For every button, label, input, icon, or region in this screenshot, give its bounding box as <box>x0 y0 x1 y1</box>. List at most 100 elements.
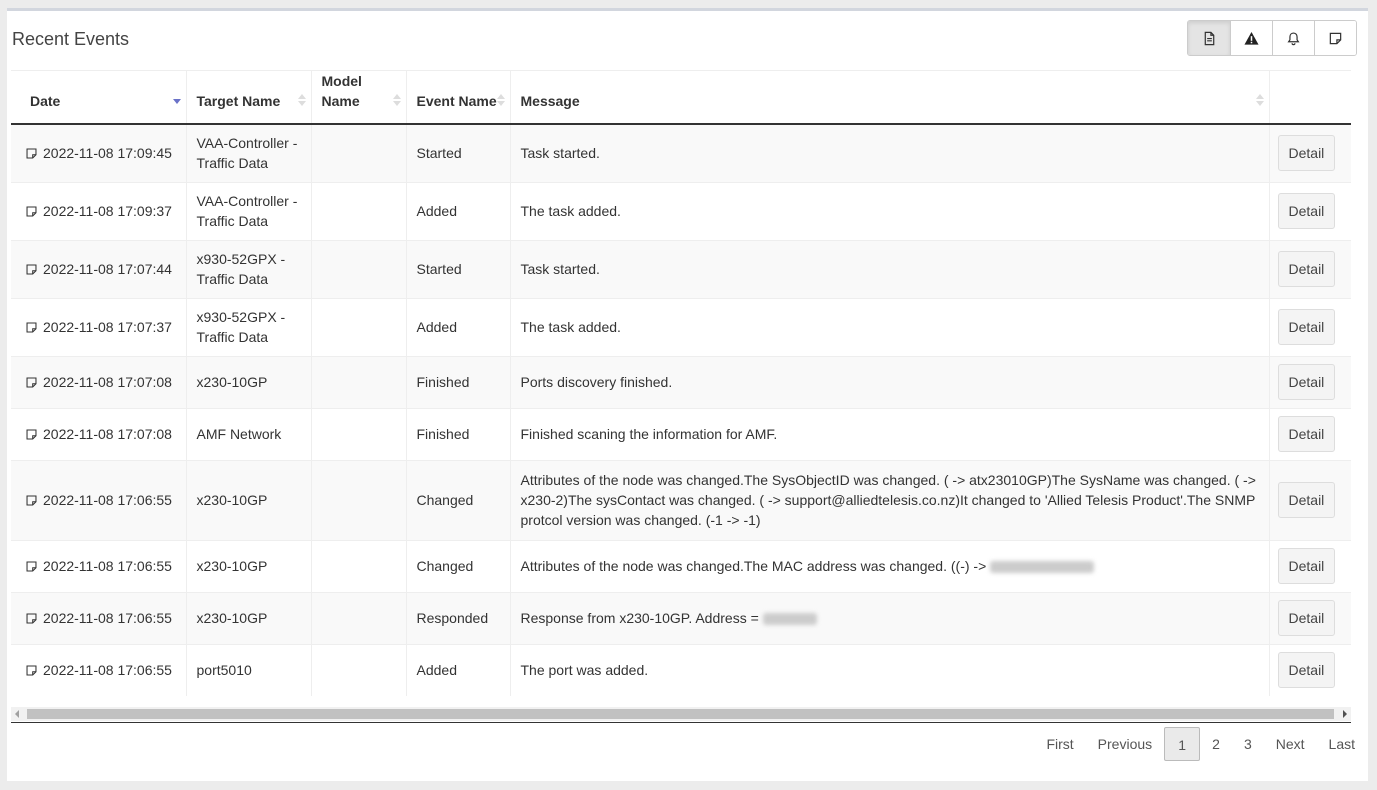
cell-date: 2022-11-08 17:07:44 <box>11 239 186 298</box>
cell-event-name: Finished <box>405 355 510 408</box>
detail-button[interactable]: Detail <box>1277 193 1336 229</box>
cell-action: Detail <box>1268 643 1351 696</box>
filter-warning-button[interactable] <box>1230 21 1272 55</box>
table-row: 2022-11-08 17:07:37 x930-52GPX - Traffic… <box>11 297 1351 356</box>
detail-button[interactable]: Detail <box>1277 482 1336 518</box>
cell-model-name <box>310 123 406 182</box>
filter-alert-button[interactable] <box>1272 21 1314 55</box>
horizontal-scrollbar[interactable] <box>11 707 1351 721</box>
warning-icon <box>1244 31 1259 45</box>
detail-button[interactable]: Detail <box>1277 364 1336 400</box>
cell-target-name: x230-10GP <box>185 355 311 408</box>
cell-target-name: x230-10GP <box>185 539 311 592</box>
cell-event-name: Added <box>405 643 510 696</box>
scrollbar-thumb[interactable] <box>27 709 1334 719</box>
column-header-target-name[interactable]: Target Name <box>185 71 311 125</box>
cell-message: Finished scaning the information for AMF… <box>509 407 1269 460</box>
column-header-date[interactable]: Date <box>11 71 186 125</box>
cell-date: 2022-11-08 17:06:55 <box>11 643 186 696</box>
pagination-next[interactable]: Next <box>1264 727 1317 761</box>
cell-event-name: Started <box>405 123 510 182</box>
cell-message: Ports discovery finished. <box>509 355 1269 408</box>
cell-date: 2022-11-08 17:07:37 <box>11 297 186 356</box>
scroll-right-arrow-icon[interactable] <box>1343 710 1347 718</box>
cell-model-name <box>310 355 406 408</box>
table-row: 2022-11-08 17:06:55 port5010 Added The p… <box>11 643 1351 696</box>
note-icon <box>26 322 37 333</box>
cell-message: Attributes of the node was changed.The S… <box>509 459 1269 540</box>
detail-button[interactable]: Detail <box>1277 135 1336 172</box>
column-header-message[interactable]: Message <box>509 71 1269 125</box>
table-row: 2022-11-08 17:07:08 x230-10GP Finished P… <box>11 355 1351 408</box>
pagination-page-3[interactable]: 3 <box>1232 727 1264 761</box>
events-table-container: Date Target Name Model Name Event Name M… <box>11 70 1351 703</box>
table-row: 2022-11-08 17:09:45 VAA-Controller - Tra… <box>11 123 1351 182</box>
cell-message: Task started. <box>509 123 1269 182</box>
pagination-page-2[interactable]: 2 <box>1200 727 1232 761</box>
cell-action: Detail <box>1268 123 1351 182</box>
cell-event-name: Started <box>405 239 510 298</box>
cell-event-name: Finished <box>405 407 510 460</box>
detail-button[interactable]: Detail <box>1277 600 1336 636</box>
pagination: First Previous 1 2 3 Next Last <box>1034 727 1367 761</box>
cell-event-name: Added <box>405 297 510 356</box>
cell-date: 2022-11-08 17:06:55 <box>11 459 186 540</box>
cell-date: 2022-11-08 17:07:08 <box>11 407 186 460</box>
note-icon <box>26 495 37 506</box>
cell-date: 2022-11-08 17:09:45 <box>11 123 186 182</box>
column-header-model-name[interactable]: Model Name <box>310 71 406 125</box>
pagination-page-1[interactable]: 1 <box>1164 727 1201 761</box>
note-icon <box>26 429 37 440</box>
detail-button[interactable]: Detail <box>1277 309 1336 345</box>
table-row: 2022-11-08 17:06:55 x230-10GP Changed At… <box>11 539 1351 592</box>
detail-button[interactable]: Detail <box>1277 548 1336 584</box>
cell-action: Detail <box>1268 297 1351 356</box>
event-filter-toolbar <box>1187 20 1357 56</box>
cell-message: Response from x230-10GP. Address = <box>509 591 1269 644</box>
cell-model-name <box>310 407 406 460</box>
note-icon <box>26 665 37 676</box>
cell-action: Detail <box>1268 459 1351 540</box>
cell-message: Task started. <box>509 239 1269 298</box>
scroll-left-arrow-icon[interactable] <box>15 710 19 718</box>
pagination-first[interactable]: First <box>1034 727 1085 761</box>
detail-button[interactable]: Detail <box>1277 652 1336 689</box>
table-row: 2022-11-08 17:07:44 x930-52GPX - Traffic… <box>11 239 1351 298</box>
cell-event-name: Added <box>405 181 510 240</box>
panel-title: Recent Events <box>12 29 130 49</box>
pagination-last[interactable]: Last <box>1317 727 1367 761</box>
sort-icon <box>1255 94 1264 106</box>
cell-model-name <box>310 643 406 696</box>
note-icon <box>26 561 37 572</box>
filter-all-button[interactable] <box>1188 21 1230 55</box>
filter-note-button[interactable] <box>1314 21 1356 55</box>
note-icon <box>1329 32 1342 44</box>
cell-target-name: x230-10GP <box>185 591 311 644</box>
detail-button[interactable]: Detail <box>1277 416 1336 452</box>
cell-message: The task added. <box>509 181 1269 240</box>
table-row: 2022-11-08 17:09:37 VAA-Controller - Tra… <box>11 181 1351 240</box>
cell-event-name: Changed <box>405 459 510 540</box>
table-row: 2022-11-08 17:06:55 x230-10GP Responded … <box>11 591 1351 644</box>
table-bottom-divider <box>11 722 1351 723</box>
note-icon <box>26 148 37 159</box>
column-header-event-name[interactable]: Event Name <box>405 71 510 125</box>
detail-button[interactable]: Detail <box>1277 251 1336 287</box>
pagination-previous[interactable]: Previous <box>1086 727 1164 761</box>
cell-target-name: x930-52GPX - Traffic Data <box>185 239 311 298</box>
redacted-mac-address <box>990 561 1095 574</box>
cell-target-name: x230-10GP <box>185 459 311 540</box>
cell-target-name: port5010 <box>185 643 311 696</box>
sort-desc-icon <box>172 99 181 104</box>
cell-model-name <box>310 459 406 540</box>
cell-action: Detail <box>1268 407 1351 460</box>
cell-action: Detail <box>1268 539 1351 592</box>
cell-action: Detail <box>1268 181 1351 240</box>
cell-target-name: x930-52GPX - Traffic Data <box>185 297 311 356</box>
table-row: 2022-11-08 17:06:55 x230-10GP Changed At… <box>11 459 1351 540</box>
cell-model-name <box>310 297 406 356</box>
cell-date: 2022-11-08 17:09:37 <box>11 181 186 240</box>
sort-icon <box>392 94 401 106</box>
note-icon <box>26 613 37 624</box>
cell-target-name: VAA-Controller - Traffic Data <box>185 181 311 240</box>
